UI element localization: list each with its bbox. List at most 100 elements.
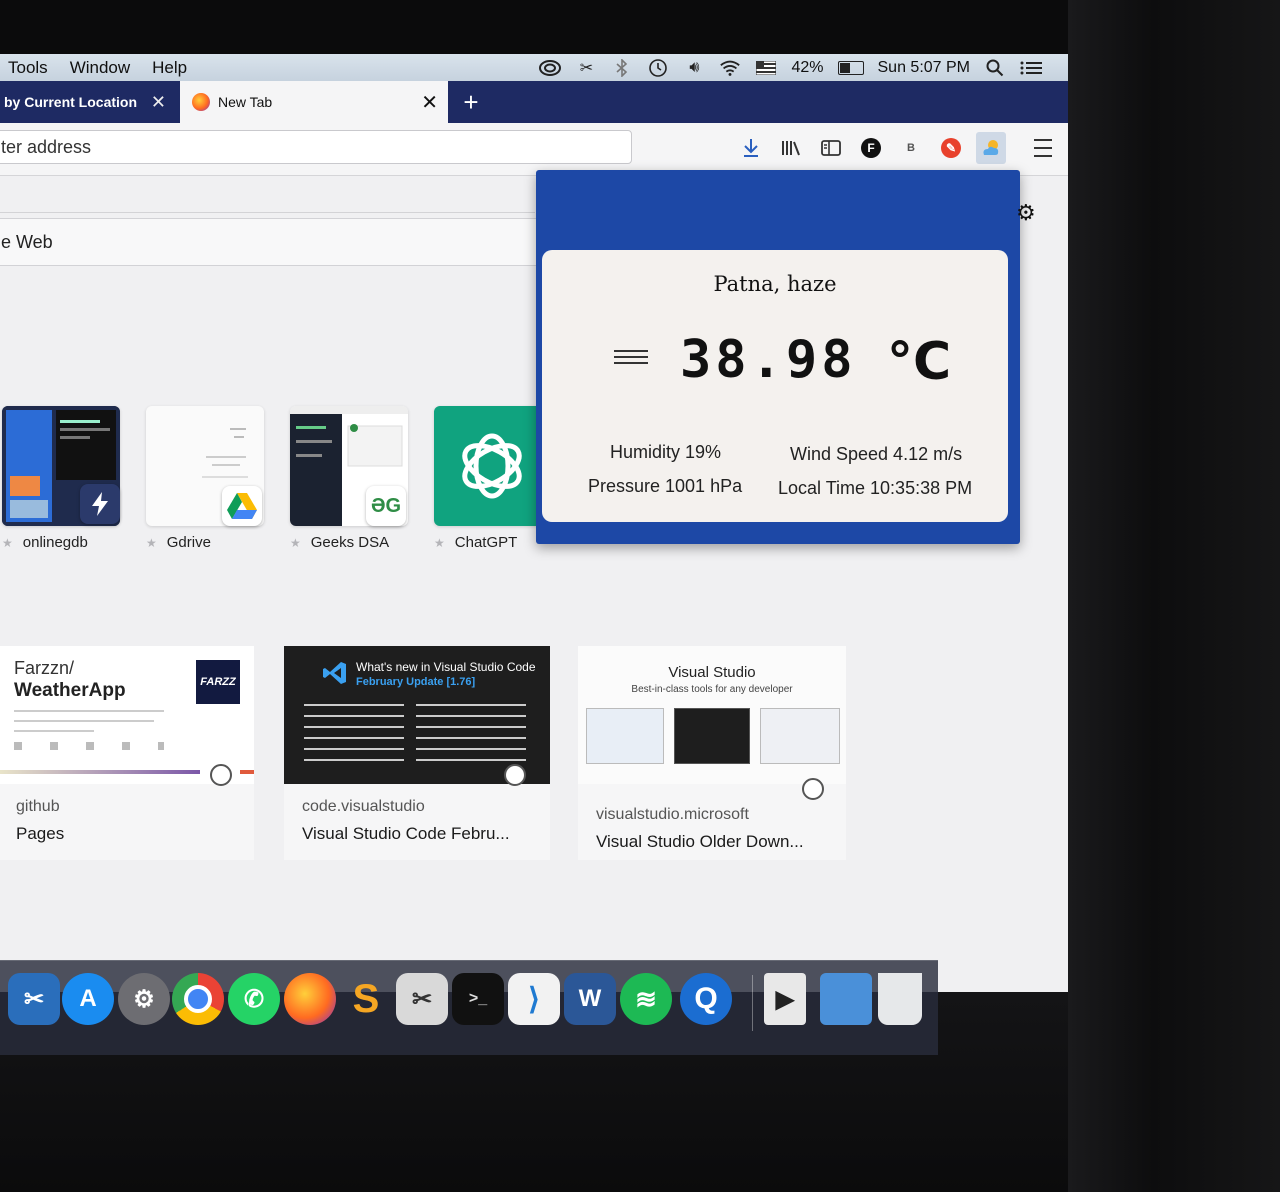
temperature-unit: °C <box>887 332 952 392</box>
weather-popup: Patna, haze 38.98 °C Humidity 19% Wind S… <box>536 170 1020 544</box>
site-thumbnail <box>434 406 552 526</box>
app-store-icon[interactable]: A <box>62 973 114 1025</box>
weather-temperature: 38.98 <box>680 330 857 390</box>
bluetooth-icon[interactable] <box>611 58 633 77</box>
pin-icon: ★ <box>2 535 13 550</box>
f-extension-icon[interactable]: F <box>858 135 884 161</box>
humidity-stat: Humidity 19% <box>610 442 722 462</box>
media-file-icon[interactable]: ▶ <box>764 973 806 1025</box>
hamburger-icon <box>1034 139 1052 157</box>
close-tab-icon[interactable]: ✕ <box>151 92 166 113</box>
tab-new-tab[interactable]: New Tab ✕ <box>180 81 448 123</box>
highlight-title: Visual Studio Code Febru... <box>302 824 510 843</box>
banner-title: What's new in Visual Studio Code <box>356 660 536 674</box>
site-name: Geeks DSA <box>310 534 390 551</box>
scissors-app-icon[interactable]: ✂ <box>8 973 60 1025</box>
sublime-text-icon[interactable]: S <box>340 973 392 1025</box>
pressure-stat: Pressure 1001 hPa <box>588 476 743 496</box>
pin-icon: ★ <box>146 535 157 550</box>
highlight-preview: What's new in Visual Studio Code Februar… <box>284 646 550 784</box>
vscode-icon[interactable]: ⟩ <box>508 973 560 1025</box>
repo-owner: Farzzn/ <box>14 658 75 678</box>
vscode-logo-icon <box>323 662 346 684</box>
page-divider <box>0 182 535 213</box>
highlight-card-visual-studio[interactable]: Visual Studio Best-in-class tools for an… <box>578 646 846 860</box>
geeksforgeeks-icon: ƏG <box>366 486 406 526</box>
download-icon[interactable] <box>738 135 764 161</box>
time-machine-icon[interactable] <box>647 58 669 77</box>
highlight-title: Pages <box>16 824 65 843</box>
trash-icon[interactable] <box>878 973 922 1025</box>
site-name: Gdrive <box>166 534 211 551</box>
pin-icon: ★ <box>290 535 301 550</box>
dock-separator <box>752 975 753 1031</box>
top-site-onlinegdb[interactable]: ★ onlinegdb <box>2 406 120 551</box>
menubar-clock[interactable]: Sun 5:07 PM <box>878 59 971 77</box>
screenshot-icon[interactable]: ✂ <box>396 973 448 1025</box>
highlight-card-vscode[interactable]: What's new in Visual Studio Code Februar… <box>284 646 550 860</box>
chatgpt-logo-icon <box>462 433 522 499</box>
terminal-icon[interactable]: >_ <box>452 973 504 1025</box>
tab-strip: by Current Location ✕ New Tab ✕ + <box>0 81 1068 123</box>
red-extension-icon[interactable]: ✎ <box>938 135 964 161</box>
wind-speed-stat: Wind Speed 4.12 m/s <box>790 444 963 464</box>
word-icon[interactable]: W <box>564 973 616 1025</box>
banner-title: Visual Studio <box>668 664 756 681</box>
firefox-favicon-icon <box>192 93 210 111</box>
highlight-source: github <box>16 798 60 815</box>
whatsapp-icon[interactable]: ✆ <box>228 973 280 1025</box>
menu-tools[interactable]: Tools <box>8 58 48 78</box>
recent-clock-icon <box>802 778 824 800</box>
web-search-box[interactable]: e Web <box>0 218 545 266</box>
library-icon[interactable] <box>778 135 804 161</box>
chrome-icon[interactable] <box>172 973 224 1025</box>
quicktime-icon[interactable]: Q <box>680 973 732 1025</box>
volume-icon[interactable]: 🔊︎ <box>683 59 705 77</box>
spotlight-search-icon[interactable] <box>984 59 1006 77</box>
close-tab-icon[interactable]: ✕ <box>421 90 438 115</box>
battery-icon[interactable] <box>837 60 864 75</box>
weather-location: Patna, haze <box>713 272 837 296</box>
tab-weather-location[interactable]: by Current Location ✕ <box>0 81 178 123</box>
banner-subtitle: February Update [1.76] <box>356 676 476 688</box>
top-site-chatgpt[interactable]: ★ ChatGPT <box>434 406 552 551</box>
input-source-flag-icon[interactable] <box>755 59 777 77</box>
dock: ✂ A ⚙ ✆ S ✂ >_ ⟩ W ≋ Q ▶ <box>0 960 938 1055</box>
b-extension-icon[interactable]: B <box>898 135 924 161</box>
spotify-icon[interactable]: ≋ <box>620 973 672 1025</box>
settings-gear-icon[interactable]: ⚙ <box>1016 200 1036 226</box>
repo-name: WeatherApp <box>14 680 126 701</box>
tab-label: New Tab <box>218 94 273 110</box>
farzz-logo: FARZZ <box>196 660 240 704</box>
firefox-icon[interactable] <box>284 973 336 1025</box>
google-drive-icon <box>222 486 262 526</box>
screen: Tools Window Help ✂ 🔊︎ 42% Sun 5:07 PM b… <box>0 54 1068 992</box>
scissors-tray-icon[interactable]: ✂ <box>575 59 597 77</box>
system-preferences-icon[interactable]: ⚙ <box>118 973 170 1025</box>
menu-bar: Tools Window Help ✂ 🔊︎ 42% Sun 5:07 PM <box>0 54 1068 81</box>
highlight-preview: Farzzn/ WeatherApp FARZZ <box>0 646 254 784</box>
app-menu-button[interactable] <box>1030 135 1056 161</box>
highlight-card-github[interactable]: Farzzn/ WeatherApp FARZZ github Pages <box>0 646 254 860</box>
address-bar[interactable]: ter address <box>0 130 632 164</box>
folder-icon[interactable] <box>820 973 872 1025</box>
wifi-icon[interactable] <box>719 59 741 77</box>
new-tab-button[interactable]: + <box>458 81 484 123</box>
weather-extension-icon[interactable] <box>976 132 1006 164</box>
site-name: onlinegdb <box>22 534 88 551</box>
highlight-source: visualstudio.microsoft <box>596 806 749 823</box>
top-site-geeks-dsa[interactable]: ƏG ★ Geeks DSA <box>290 406 408 551</box>
onlinegdb-bolt-icon <box>80 484 120 524</box>
sidebar-icon[interactable] <box>818 135 844 161</box>
menu-window[interactable]: Window <box>70 58 130 78</box>
notification-center-icon[interactable] <box>1020 59 1042 77</box>
battery-percent: 42% <box>791 58 824 76</box>
menu-help[interactable]: Help <box>152 58 187 78</box>
highlight-source: code.visualstudio <box>302 798 425 815</box>
creative-cloud-icon[interactable] <box>539 59 562 77</box>
top-site-gdrive[interactable]: ★ Gdrive <box>146 406 264 551</box>
pin-icon: ★ <box>434 535 445 550</box>
recent-clock-icon <box>504 764 526 786</box>
banner-subtitle: Best-in-class tools for any developer <box>631 684 793 695</box>
recent-clock-icon <box>210 764 232 786</box>
